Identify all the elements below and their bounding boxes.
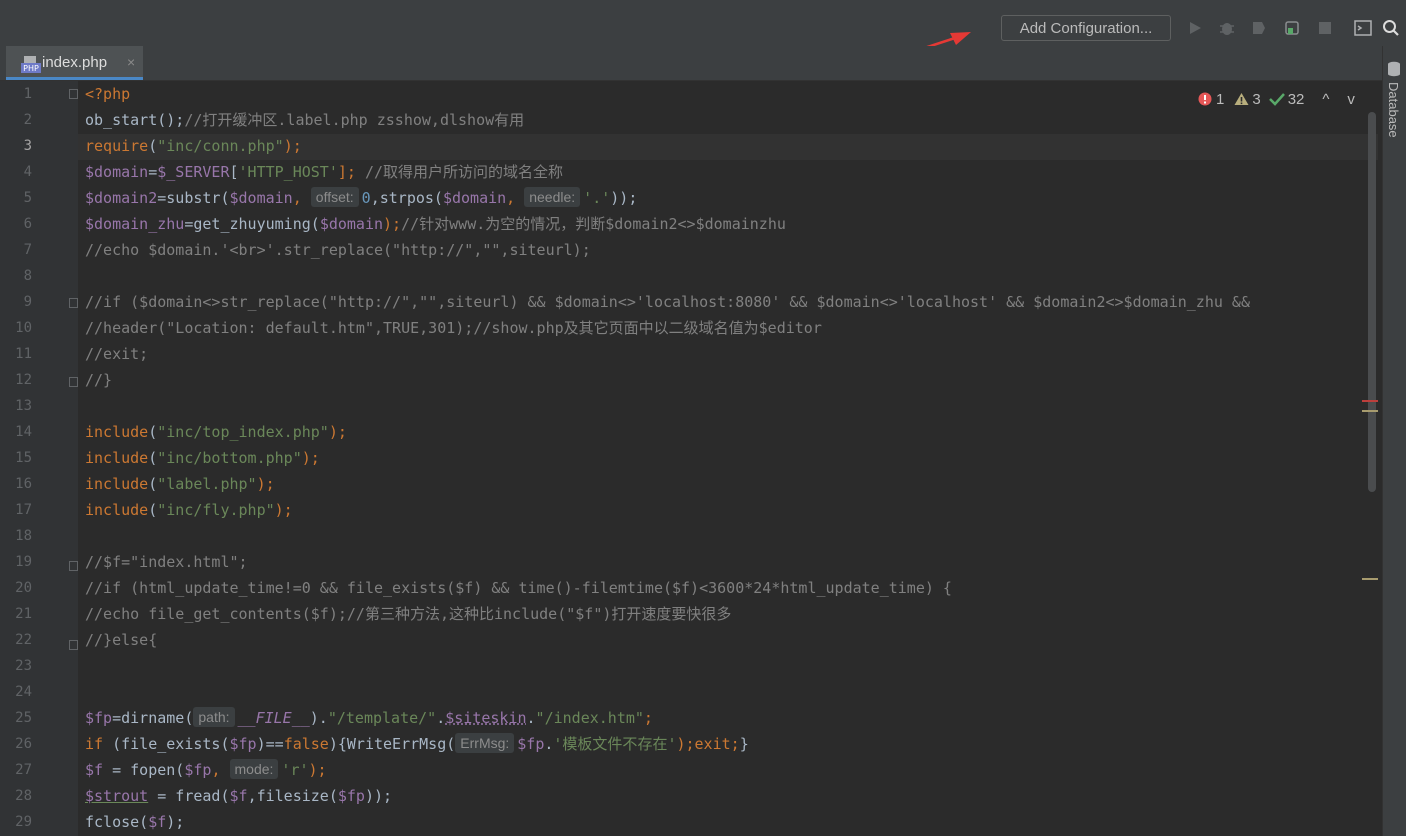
tab-index-php[interactable]: PHP index.php × — [6, 46, 143, 80]
code-line-2: ob_start();//打开缓冲区.label.php zsshow,dlsh… — [85, 111, 525, 129]
database-icon — [1388, 61, 1400, 77]
line-number: 3 — [23, 138, 32, 154]
line-number: 4 — [23, 164, 32, 180]
line-number: 28 — [15, 788, 32, 804]
code-line-25: $fp=dirname(path: __FILE__)."/template/".… — [85, 707, 653, 727]
active-tab-indicator — [6, 77, 143, 80]
warning-stripe-marker[interactable] — [1362, 410, 1378, 412]
line-number: 20 — [15, 580, 32, 596]
line-number: 11 — [15, 346, 32, 362]
error-stripe-marker[interactable] — [1362, 400, 1378, 402]
line-number: 17 — [15, 502, 32, 518]
fold-marker[interactable] — [69, 640, 78, 650]
line-number: 29 — [15, 814, 32, 830]
database-tool-window-button[interactable]: Database — [1386, 82, 1401, 138]
editor-tab-bar: PHP index.php × — [0, 46, 1382, 81]
code-line-27: $f = fopen($fp, mode:'r'); — [85, 759, 327, 779]
code-line-4: $domain=$_SERVER['HTTP_HOST']; //取得用户所访问… — [85, 163, 564, 181]
typo-count: 32 — [1287, 90, 1305, 108]
line-number: 25 — [15, 710, 32, 726]
line-number: 14 — [15, 424, 32, 440]
code-editor[interactable]: <?php ob_start();//打开缓冲区.label.php zssho… — [85, 81, 1378, 836]
code-line-20: //if (html_update_time!=0 && file_exists… — [85, 579, 952, 597]
php-file-icon: PHP — [21, 56, 41, 73]
right-tool-window-bar — [1382, 46, 1406, 836]
code-line-6: $domain_zhu=get_zhuyuming($domain);//针对w… — [85, 215, 786, 233]
fold-marker[interactable] — [69, 377, 78, 387]
code-line-19: //$f="index.html"; — [85, 553, 248, 571]
code-line-7: //echo $domain.'<br>'.str_replace("http:… — [85, 241, 591, 259]
code-line-5: $domain2=substr($domain, offset: 0,strpos… — [85, 187, 638, 207]
parameter-hint: needle: — [524, 187, 581, 207]
fold-marker[interactable] — [69, 89, 78, 99]
line-number: 7 — [23, 242, 32, 258]
line-number: 6 — [23, 216, 32, 232]
line-number: 2 — [23, 112, 32, 128]
parameter-hint: offset: — [310, 187, 359, 207]
line-number: 5 — [23, 190, 32, 206]
line-number: 13 — [15, 398, 32, 414]
parameter-hint: mode: — [229, 759, 279, 779]
code-line-14: include("inc/top_index.php"); — [85, 423, 347, 441]
line-number: 8 — [23, 268, 32, 284]
code-line-3: require("inc/conn.php"); — [85, 137, 302, 155]
code-line-11: //exit; — [85, 345, 149, 363]
inspection-widget[interactable]: 1 3 32 ^ v — [1198, 88, 1359, 110]
code-line-12: //} — [85, 371, 113, 389]
code-line-17: include("inc/fly.php"); — [85, 501, 293, 519]
line-number: 12 — [15, 372, 32, 388]
line-number: 15 — [15, 450, 32, 466]
fold-marker[interactable] — [69, 561, 78, 571]
parameter-hint: path: — [193, 707, 235, 727]
line-number: 18 — [15, 528, 32, 544]
fold-marker[interactable] — [69, 298, 78, 308]
line-number: 22 — [15, 632, 32, 648]
line-number: 24 — [15, 684, 32, 700]
line-number: 19 — [15, 554, 32, 570]
warning-stripe-marker[interactable] — [1362, 578, 1378, 580]
tab-label: index.php — [42, 54, 108, 71]
close-tab-icon[interactable]: × — [127, 54, 135, 70]
code-line-10: //header("Location: default.htm",TRUE,30… — [85, 319, 822, 337]
code-line-21: //echo file_get_contents($f);//第三种方法,这种比… — [85, 605, 732, 623]
previous-problem-icon[interactable]: ^ — [1322, 91, 1329, 108]
line-number: 26 — [15, 736, 32, 752]
line-number: 21 — [15, 606, 32, 622]
code-line-1: <?php — [85, 85, 131, 103]
warning-count: 3 — [1252, 90, 1261, 108]
code-line-15: include("inc/bottom.php"); — [85, 449, 320, 467]
code-line-29: fclose($f); — [85, 813, 185, 831]
next-problem-icon[interactable]: v — [1347, 91, 1355, 108]
line-number: 23 — [15, 658, 32, 674]
line-number: 1 — [23, 86, 32, 102]
typo-icon — [1268, 93, 1285, 106]
code-line-26: if (file_exists($fp)==false){WriteErrMsg… — [85, 733, 749, 753]
error-icon — [1198, 92, 1212, 106]
code-line-16: include("label.php"); — [85, 475, 275, 493]
line-number: 27 — [15, 762, 32, 778]
code-line-22: //}else{ — [85, 631, 158, 649]
code-line-9: //if ($domain<>str_replace("http://","",… — [85, 293, 1250, 311]
svg-text:PHP: PHP — [23, 64, 39, 73]
line-number: 16 — [15, 476, 32, 492]
line-number: 9 — [23, 294, 32, 310]
vertical-scrollbar[interactable] — [1368, 112, 1376, 492]
parameter-hint: ErrMsg: — [455, 733, 515, 753]
line-number: 10 — [15, 320, 32, 336]
warning-icon — [1234, 93, 1249, 105]
error-count: 1 — [1216, 90, 1225, 108]
code-line-28: $strout = fread($f,filesize($fp)); — [85, 787, 393, 805]
